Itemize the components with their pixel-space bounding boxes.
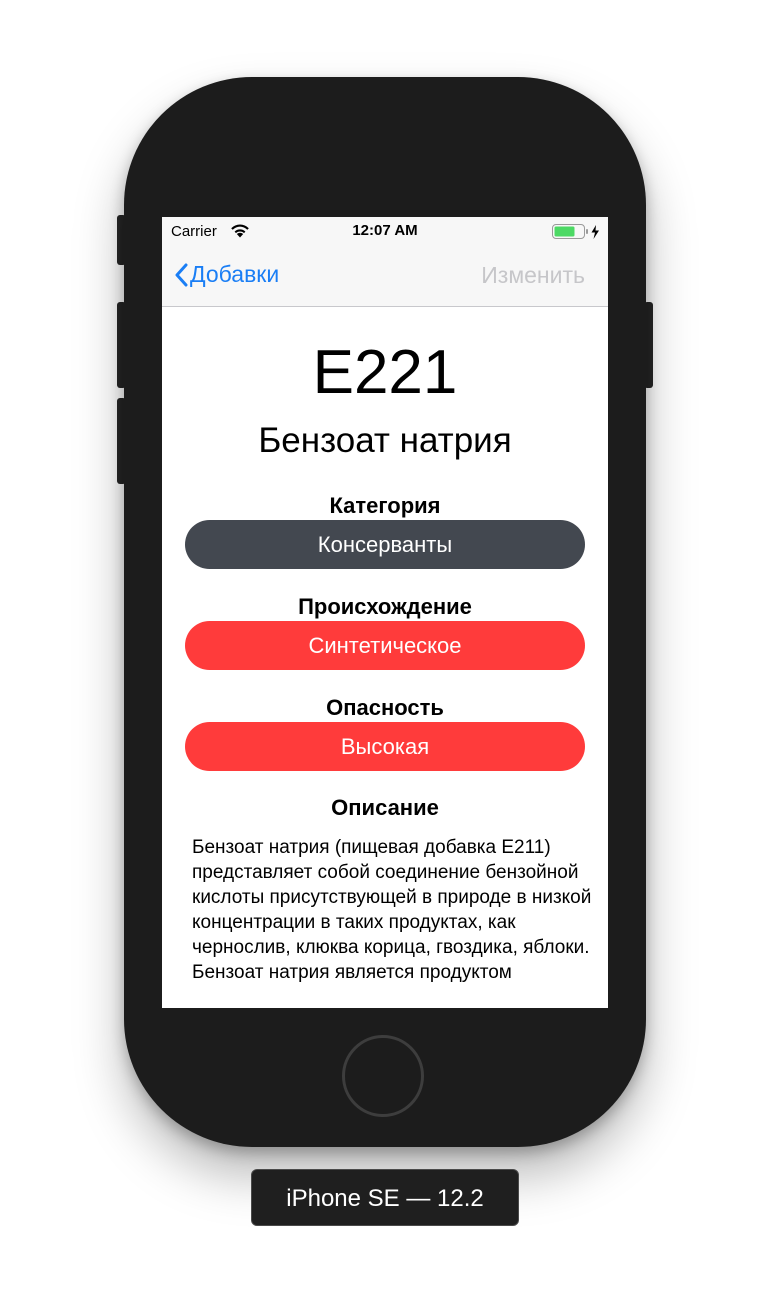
screen: Carrier 12:07 AM Добавки Изменить E221 Б… [162,217,608,1008]
category-badge: Консерванты [185,520,585,569]
device-label: iPhone SE — 12.2 [251,1169,519,1226]
back-button[interactable]: Добавки [174,261,279,288]
navigation-bar: Добавки Изменить [162,245,608,307]
status-time: 12:07 AM [352,222,418,239]
origin-badge: Синтетическое [185,621,585,670]
chevron-left-icon [175,263,188,286]
simulator-stage: Carrier 12:07 AM Добавки Изменить E221 Б… [0,0,770,1298]
back-button-label: Добавки [190,261,280,287]
edit-button[interactable]: Изменить [481,262,585,289]
category-title: Категория [329,493,441,518]
additive-code: E221 [312,338,458,407]
additive-detail: E221 Бензоат натрия Категория Консервант… [162,307,608,1008]
danger-title: Опасность [326,695,444,720]
home-button[interactable] [342,1035,424,1117]
battery-charging-icon [552,224,602,244]
status-bar: Carrier 12:07 AM [162,217,608,245]
danger-badge: Высокая [185,722,585,771]
additive-name: Бензоат натрия [258,421,512,460]
origin-title: Происхождение [298,594,472,619]
description-title: Описание [331,795,439,820]
description-text: Бензоат натрия (пищевая добавка E211) пр… [192,837,592,983]
